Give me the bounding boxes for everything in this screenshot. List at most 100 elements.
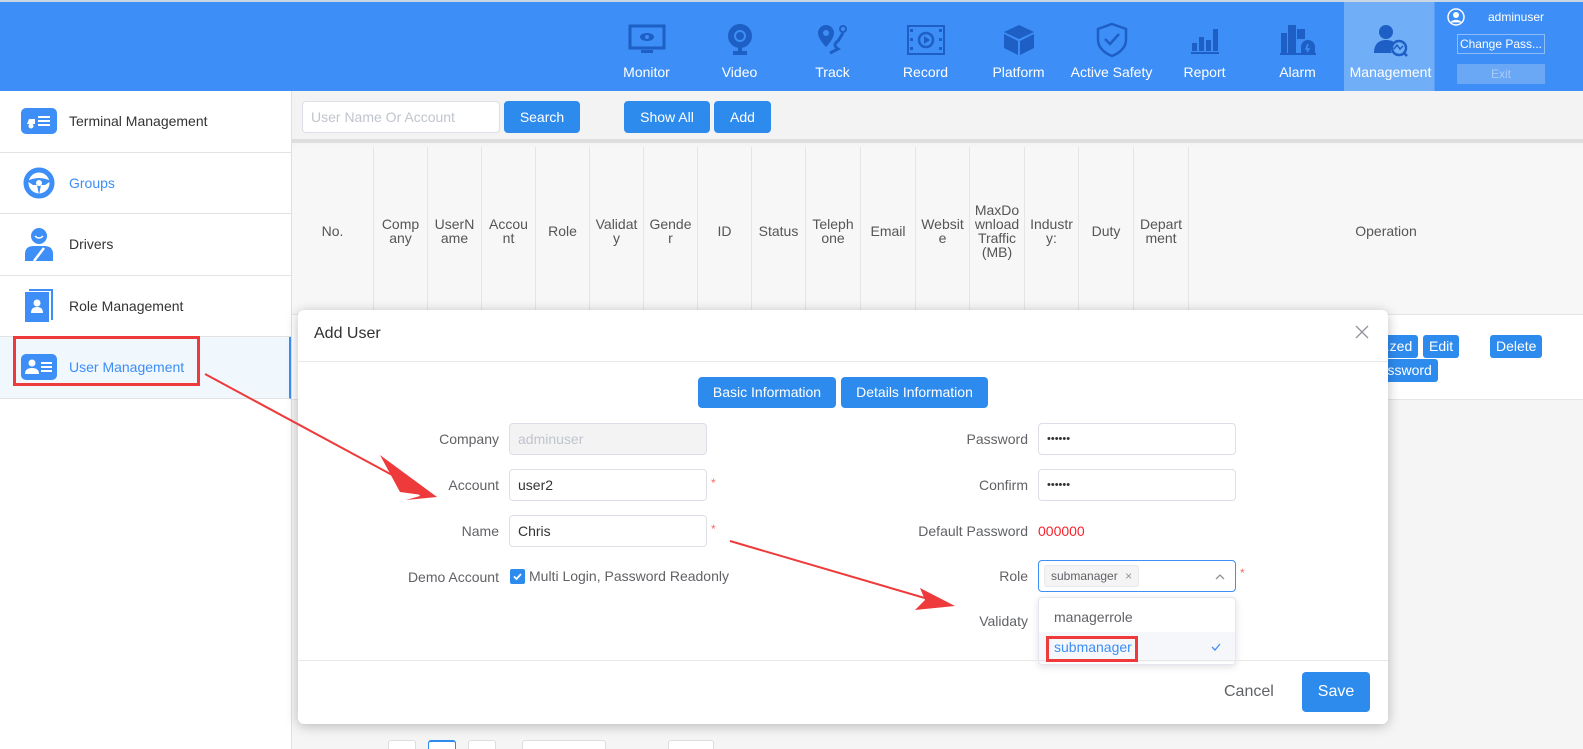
account-field[interactable]: user2 — [509, 469, 707, 501]
validaty-label: Validaty — [979, 613, 1028, 629]
dialog-footer: Cancel Save — [298, 660, 1388, 724]
pager-prev[interactable] — [388, 740, 416, 749]
column-header[interactable]: Website — [915, 147, 969, 314]
sidebar-item-label: Groups — [69, 174, 115, 191]
add-button[interactable]: Add — [714, 101, 771, 133]
company-field: adminuser — [509, 423, 707, 455]
monitor-icon — [627, 20, 667, 60]
role-select[interactable]: submanager × — [1038, 560, 1236, 592]
nav-track[interactable]: Track — [786, 2, 879, 91]
role-option-managerrole[interactable]: managerrole — [1039, 602, 1235, 632]
confirm-password-field[interactable]: •••••• — [1038, 469, 1236, 501]
column-header[interactable]: UserName — [427, 147, 481, 314]
confirm-label: Confirm — [978, 477, 1028, 493]
column-header[interactable]: Department — [1133, 147, 1188, 314]
name-label: Name — [461, 523, 499, 539]
driver-icon — [20, 225, 58, 263]
cube-icon — [999, 20, 1039, 60]
password-field[interactable]: •••••• — [1038, 423, 1236, 455]
nav-report[interactable]: Report — [1158, 2, 1251, 91]
dialog-header: Add User — [298, 310, 1388, 362]
nav-video[interactable]: Video — [693, 2, 786, 91]
pager-next[interactable] — [468, 740, 496, 749]
name-field[interactable]: Chris — [509, 515, 707, 547]
chevron-up-icon — [1215, 574, 1225, 580]
nav-monitor[interactable]: Monitor — [600, 2, 693, 91]
truck-list-icon — [20, 102, 58, 140]
column-header[interactable]: Industry: — [1024, 147, 1078, 314]
page-size-select[interactable] — [522, 740, 606, 749]
delete-button[interactable]: Delete — [1490, 335, 1543, 358]
column-header[interactable]: Email — [860, 147, 915, 314]
company-label: Company — [439, 431, 499, 447]
close-icon[interactable] — [1354, 324, 1372, 342]
check-icon — [1211, 643, 1221, 651]
sidebar-item-label: Drivers — [69, 236, 114, 253]
annotation-highlight-submanager — [1046, 636, 1138, 662]
column-header[interactable]: Company — [373, 147, 427, 314]
bar-chart-icon — [1185, 20, 1225, 60]
demo-account-label: Demo Account — [407, 569, 499, 585]
nav-record[interactable]: Record — [879, 2, 972, 91]
required-marker: * — [711, 522, 716, 536]
column-header[interactable]: Status — [751, 147, 805, 314]
demo-account-checkbox[interactable] — [510, 569, 525, 584]
demo-account-text: Multi Login, Password Readonly — [529, 568, 729, 584]
column-header[interactable]: ID — [697, 147, 751, 314]
column-header[interactable]: Gender — [643, 147, 697, 314]
contact-book-icon — [20, 287, 58, 325]
check-icon — [513, 573, 522, 581]
main-nav: Monitor Video Track Record Platform Acti… — [600, 2, 1437, 91]
sidebar-item-label: Terminal Management — [69, 113, 208, 130]
sidebar-item-terminal-management[interactable]: Terminal Management — [0, 91, 291, 153]
column-header[interactable]: Account — [481, 147, 535, 314]
exit-button[interactable]: Exit — [1457, 64, 1545, 84]
tab-details-information[interactable]: Details Information — [841, 377, 988, 408]
nav-platform[interactable]: Platform — [972, 2, 1065, 91]
sidebar-item-drivers[interactable]: Drivers — [0, 214, 291, 276]
pager-page-current[interactable] — [428, 740, 456, 749]
column-header[interactable]: No. — [292, 147, 373, 314]
nav-active-safety[interactable]: Active Safety — [1065, 2, 1158, 91]
sidebar-item-groups[interactable]: Groups — [0, 153, 291, 214]
column-header[interactable]: MaxDownloadTraffic(MB) — [969, 147, 1024, 314]
search-input[interactable] — [302, 101, 500, 133]
nav-alarm[interactable]: Alarm — [1251, 2, 1344, 91]
user-panel: adminuser Change Pass... Exit — [1434, 2, 1583, 91]
save-button[interactable]: Save — [1302, 672, 1370, 712]
default-password-value: 000000 — [1038, 523, 1085, 539]
film-record-icon — [906, 20, 946, 60]
cancel-button[interactable]: Cancel — [1224, 683, 1274, 701]
required-marker: * — [711, 476, 716, 490]
tag-close-icon[interactable]: × — [1125, 569, 1132, 583]
sidebar-item-label: Role Management — [69, 297, 184, 314]
column-header[interactable]: Telephone — [805, 147, 860, 314]
default-password-label: Default Password — [918, 523, 1028, 539]
edit-button[interactable]: Edit — [1423, 335, 1460, 358]
top-header: Monitor Video Track Record Platform Acti… — [0, 0, 1583, 91]
column-header[interactable]: Operation — [1188, 147, 1583, 314]
change-password-button[interactable]: Change Pass... — [1457, 34, 1545, 54]
column-header[interactable]: Validaty — [589, 147, 643, 314]
show-all-button[interactable]: Show All — [624, 101, 710, 133]
annotation-highlight-user-management — [13, 336, 200, 386]
password-label: Password — [966, 431, 1028, 447]
webcam-icon — [720, 20, 760, 60]
steering-wheel-icon — [20, 164, 58, 202]
role-label: Role — [999, 568, 1028, 584]
shield-check-icon — [1092, 20, 1132, 60]
tab-basic-information[interactable]: Basic Information — [698, 377, 836, 408]
sidebar-item-role-management[interactable]: Role Management — [0, 276, 291, 337]
alarm-siren-icon — [1278, 20, 1318, 60]
column-header[interactable]: Duty — [1078, 147, 1133, 314]
account-label: Account — [448, 477, 499, 493]
nav-management[interactable]: Management — [1344, 2, 1437, 91]
required-marker: * — [1240, 566, 1245, 580]
sidebar: Terminal Management Groups Drivers Role … — [0, 91, 292, 749]
toolbar: Search Show All Add — [292, 91, 1583, 143]
search-button[interactable]: Search — [504, 101, 580, 133]
avatar-icon — [1447, 8, 1465, 31]
dialog-title: Add User — [314, 325, 381, 342]
page-jump-input[interactable] — [668, 740, 714, 749]
column-header[interactable]: Role — [535, 147, 589, 314]
